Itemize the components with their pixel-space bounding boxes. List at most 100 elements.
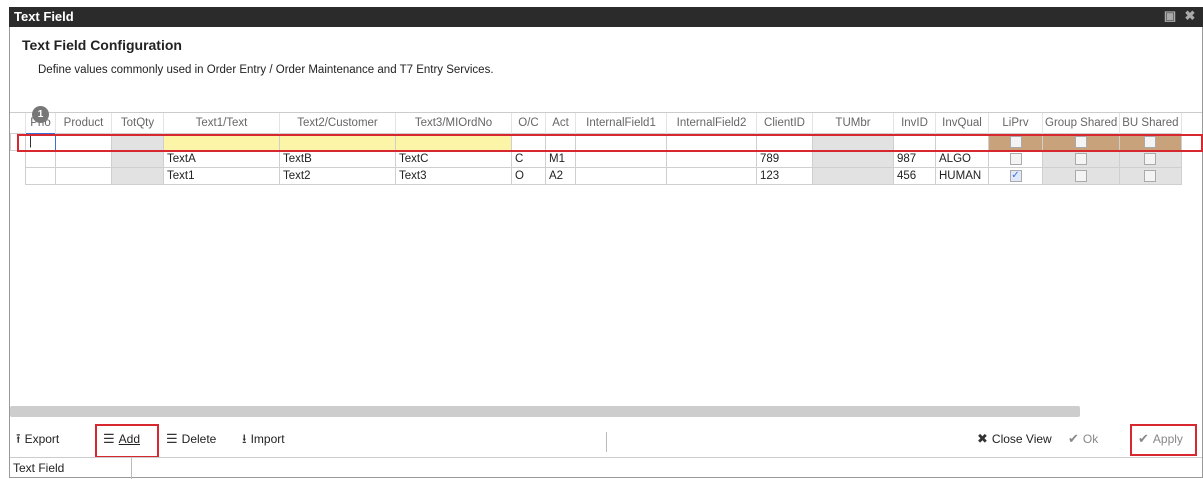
delete-button[interactable]: ☰ Delete: [166, 430, 216, 448]
col-header-text1-text[interactable]: Text1/Text: [163, 113, 280, 134]
cell-act[interactable]: M1: [545, 150, 576, 168]
cell-int1[interactable]: [575, 167, 667, 185]
upload-icon: ⭱: [16, 431, 21, 446]
new-liprv-cell[interactable]: [988, 133, 1043, 151]
cell-int2[interactable]: [666, 167, 757, 185]
col-header-bu-shared[interactable]: BU Shared: [1119, 113, 1182, 134]
new-tumbr-cell[interactable]: [812, 133, 894, 151]
apply-button-highlight: [1130, 424, 1197, 456]
col-header-clientid[interactable]: ClientID: [756, 113, 813, 134]
new-invqual-cell[interactable]: [935, 133, 989, 151]
export-button[interactable]: ⭱ Export: [16, 430, 59, 448]
col-header-group-shared[interactable]: Group Shared: [1042, 113, 1121, 134]
sort-badge: 1: [32, 106, 49, 123]
cell-text1[interactable]: Text1: [163, 167, 280, 185]
cell-totqty[interactable]: [111, 167, 164, 185]
cell-invqual[interactable]: ALGO: [935, 150, 989, 168]
horizontal-scrollbar-thumb[interactable]: [10, 406, 1080, 417]
col-header-internalfield2[interactable]: InternalField2: [666, 113, 757, 134]
cell-prio[interactable]: [25, 150, 56, 168]
liprv-checkbox[interactable]: ✓: [1009, 169, 1022, 182]
grid-table: Prio Product TotQty Text1/Text Text2/Custome…: [10, 113, 1182, 185]
col-header-invqual[interactable]: InvQual: [935, 113, 989, 134]
new-oc-cell[interactable]: [511, 133, 546, 151]
col-header-tumbr[interactable]: TUMbr: [812, 113, 894, 134]
new-entry-row[interactable]: |: [10, 133, 1182, 151]
new-clientid-cell[interactable]: [756, 133, 813, 151]
cell-int2[interactable]: [666, 150, 757, 168]
new-int1-cell[interactable]: [575, 133, 667, 151]
col-header-totqty[interactable]: TotQty: [111, 113, 164, 134]
col-header-liprv[interactable]: LiPrv: [988, 113, 1043, 134]
col-header-internalfield1[interactable]: InternalField1: [575, 113, 667, 134]
restore-icon[interactable]: ▣: [1163, 9, 1177, 23]
cell-text3[interactable]: Text3: [395, 167, 512, 185]
liprv-checkbox[interactable]: [1009, 135, 1022, 148]
table-row[interactable]: Text1 Text2 Text3 O A2 123 456 HUMAN ✓: [11, 167, 1182, 185]
cell-liprv[interactable]: [988, 150, 1043, 168]
cell-oc[interactable]: O: [511, 167, 546, 185]
cell-int1[interactable]: [575, 150, 667, 168]
cell-oc[interactable]: C: [511, 150, 546, 168]
cell-text3[interactable]: TextC: [395, 150, 512, 168]
close-icon[interactable]: ✖: [1183, 9, 1197, 23]
group-shared-checkbox[interactable]: [1075, 135, 1088, 148]
new-text3-cell[interactable]: [395, 133, 512, 151]
cell-tumbr[interactable]: [812, 150, 894, 168]
bu-shared-checkbox[interactable]: [1144, 169, 1157, 182]
ok-label: Ok: [1082, 432, 1099, 446]
cell-tumbr[interactable]: [812, 167, 894, 185]
row-spacer: [10, 133, 26, 151]
col-header-product[interactable]: Product: [55, 113, 112, 134]
new-bu-shared-cell[interactable]: [1119, 133, 1182, 151]
cell-group-shared[interactable]: [1041, 167, 1121, 185]
cell-text2[interactable]: Text2: [279, 167, 396, 185]
status-bar: Text Field: [10, 457, 1202, 479]
table-row[interactable]: TextA TextB TextC C M1 789 987 ALGO: [11, 150, 1182, 168]
cell-text1[interactable]: TextA: [163, 150, 280, 168]
grid-header-row: Prio Product TotQty Text1/Text Text2/Custome…: [10, 113, 1182, 134]
cell-product[interactable]: [55, 150, 112, 168]
cell-invid[interactable]: 987: [893, 150, 936, 168]
new-int2-cell[interactable]: [666, 133, 757, 151]
new-group-shared-cell[interactable]: [1041, 133, 1121, 151]
cell-bu-shared[interactable]: [1119, 167, 1182, 185]
new-invid-cell[interactable]: [893, 133, 936, 151]
col-header-invid[interactable]: InvID: [893, 113, 936, 134]
titlebar-bar: Text Field ▣ ✖: [9, 7, 1203, 27]
delete-list-icon: ☰: [166, 431, 178, 446]
ok-button[interactable]: ✔ Ok: [1068, 430, 1098, 448]
col-header-text2-customer[interactable]: Text2/Customer: [279, 113, 396, 134]
new-text2-cell[interactable]: [279, 133, 396, 151]
liprv-checkbox[interactable]: [1009, 152, 1022, 165]
new-prio-cell[interactable]: |: [25, 133, 56, 151]
group-shared-checkbox[interactable]: [1075, 152, 1088, 165]
new-product-cell[interactable]: [55, 133, 112, 151]
col-header-o-c[interactable]: O/C: [511, 113, 546, 134]
cell-group-shared[interactable]: [1041, 150, 1121, 168]
cell-bu-shared[interactable]: [1119, 150, 1182, 168]
new-totqty-cell[interactable]: [111, 133, 164, 151]
bu-shared-checkbox[interactable]: [1144, 152, 1157, 165]
group-shared-checkbox[interactable]: [1075, 169, 1088, 182]
cell-totqty[interactable]: [111, 150, 164, 168]
cell-liprv[interactable]: ✓: [988, 167, 1043, 185]
cell-text2[interactable]: TextB: [279, 150, 396, 168]
cell-prio[interactable]: [25, 167, 56, 185]
import-button[interactable]: ⭳ Import: [242, 430, 285, 448]
col-header-text3-miordno[interactable]: Text3/MIOrdNo: [395, 113, 512, 134]
status-divider: [131, 458, 132, 479]
col-header-act[interactable]: Act: [545, 113, 576, 134]
new-text1-cell[interactable]: [163, 133, 280, 151]
cell-product[interactable]: [55, 167, 112, 185]
cell-clientid[interactable]: 123: [756, 167, 813, 185]
new-act-cell[interactable]: [545, 133, 576, 151]
cell-act[interactable]: A2: [545, 167, 576, 185]
text-cursor: |: [29, 136, 32, 148]
bu-shared-checkbox[interactable]: [1144, 135, 1157, 148]
cell-invqual[interactable]: HUMAN: [935, 167, 989, 185]
close-view-button[interactable]: ✖ Close View: [977, 430, 1052, 448]
cell-invid[interactable]: 456: [893, 167, 936, 185]
cell-clientid[interactable]: 789: [756, 150, 813, 168]
config-grid[interactable]: Prio Product TotQty Text1/Text Text2/Custome…: [10, 112, 1202, 413]
